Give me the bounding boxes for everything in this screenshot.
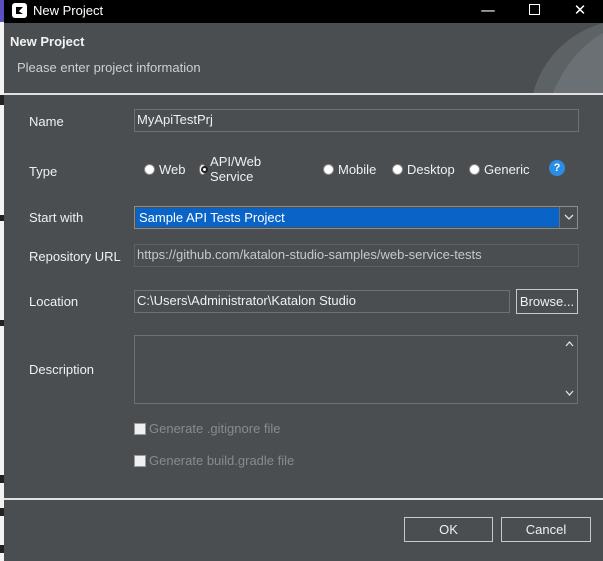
radio-api-web-service-indicator xyxy=(199,163,209,175)
location-input[interactable]: C:\Users\Administrator\Katalon Studio xyxy=(134,290,510,313)
radio-desktop[interactable]: Desktop xyxy=(392,160,455,178)
radio-web[interactable]: Web xyxy=(144,160,186,178)
minimize-button[interactable]: — xyxy=(465,0,511,23)
generate-gitignore-checkbox[interactable]: Generate .gitignore file xyxy=(134,421,281,436)
header-title: New Project xyxy=(10,34,85,49)
header-banner-graphic xyxy=(533,23,603,93)
new-project-dialog: New Project — ✕ New Project Please enter… xyxy=(4,0,603,561)
build-gradle-checkbox-box xyxy=(134,454,146,467)
repository-url-field[interactable]: https://github.com/katalon-studio-sample… xyxy=(134,244,579,267)
name-input[interactable]: MyApiTestPrj xyxy=(134,109,579,132)
radio-desktop-indicator xyxy=(392,163,403,175)
window-title: New Project xyxy=(33,3,104,18)
generate-build-gradle-label: Generate build.gradle file xyxy=(149,453,295,468)
start-with-dropdown[interactable]: Sample API Tests Project xyxy=(134,206,578,229)
description-scrollbar[interactable] xyxy=(561,336,577,403)
browse-button[interactable]: Browse... xyxy=(516,289,578,314)
start-with-selected-value: Sample API Tests Project xyxy=(136,208,560,227)
radio-generic-indicator xyxy=(469,163,480,175)
radio-web-label: Web xyxy=(159,161,186,177)
katalon-app-icon xyxy=(12,3,27,18)
radio-mobile-indicator xyxy=(323,163,334,175)
description-label: Description xyxy=(29,362,95,377)
ok-button[interactable]: OK xyxy=(404,517,493,542)
radio-desktop-label: Desktop xyxy=(407,161,455,177)
location-label: Location xyxy=(29,294,79,309)
radio-api-web-service-label: API/Web Service xyxy=(210,154,262,184)
radio-generic-label: Generic xyxy=(484,161,530,177)
generate-gitignore-label: Generate .gitignore file xyxy=(149,421,281,436)
radio-generic[interactable]: Generic xyxy=(469,160,530,178)
generate-build-gradle-checkbox[interactable]: Generate build.gradle file xyxy=(134,453,294,468)
gitignore-checkbox-box xyxy=(134,422,146,435)
name-label: Name xyxy=(29,114,64,129)
header-subtitle: Please enter project information xyxy=(17,60,201,75)
radio-mobile[interactable]: Mobile xyxy=(323,160,376,178)
description-textarea[interactable] xyxy=(134,335,578,404)
scroll-down-icon[interactable] xyxy=(561,387,577,401)
footer-separator xyxy=(4,498,603,500)
header-separator xyxy=(4,93,603,95)
close-button[interactable]: ✕ xyxy=(557,0,603,23)
radio-web-indicator xyxy=(144,163,155,175)
help-icon[interactable]: ? xyxy=(549,160,565,176)
scroll-up-icon[interactable] xyxy=(561,338,577,352)
cancel-button[interactable]: Cancel xyxy=(501,517,591,542)
radio-mobile-label: Mobile xyxy=(338,161,377,177)
chevron-down-icon[interactable] xyxy=(559,207,577,228)
start-with-label: Start with xyxy=(29,210,84,225)
maximize-icon xyxy=(528,3,540,15)
repository-url-label: Repository URL xyxy=(29,249,121,264)
title-bar[interactable]: New Project — ✕ xyxy=(4,0,603,23)
maximize-button[interactable] xyxy=(511,0,557,23)
type-label: Type xyxy=(29,164,58,179)
dialog-header: New Project Please enter project informa… xyxy=(4,23,603,93)
radio-api-web-service[interactable]: API/Web Service xyxy=(199,154,265,184)
